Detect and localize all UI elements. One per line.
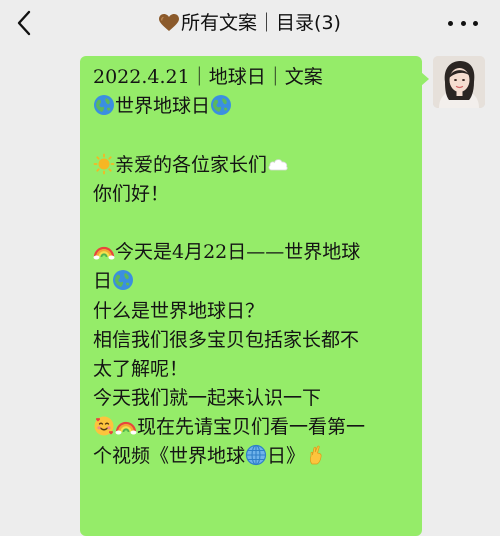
message-p4b-line: 个视频《世界地球 日》 <box>93 442 413 471</box>
smiling-face-with-hearts-icon <box>94 416 114 436</box>
message-greeting-line: 亲爱的各位家长们 <box>93 151 413 180</box>
message-p1: 今天是4月22日——世界地球 <box>115 241 361 264</box>
message-p1b-line: 日 <box>93 267 413 296</box>
message-hello: 你们好！ <box>93 182 170 205</box>
page-title: 所有文案｜目录(3) <box>0 9 500 37</box>
crossed-fingers-icon <box>310 446 322 465</box>
message-greeting: 亲爱的各位家长们 <box>115 153 268 176</box>
sun-icon <box>93 153 115 174</box>
message-p4a-line: 现在先请宝贝们看一看第一 <box>93 413 413 442</box>
top-bar: 所有文案｜目录(3) <box>0 0 500 46</box>
globe-icon <box>211 95 232 116</box>
user-avatar-photo <box>433 56 485 108</box>
globe-icon <box>94 95 114 116</box>
message-p4a: 现在先请宝贝们看一看第一 <box>137 416 366 439</box>
title-text: 所有文案｜目录(3) <box>181 12 341 34</box>
avatar[interactable] <box>433 56 485 108</box>
message-p2b: 太了解呢！ <box>93 357 189 380</box>
globe-with-meridians-icon <box>245 445 267 466</box>
brown-heart-icon <box>159 14 180 31</box>
message-p3: 今天我们就一起来认识一下 <box>93 387 322 410</box>
message-heading-line: 世界地球日 <box>93 92 413 121</box>
message-p4b-post: 日》 <box>267 445 306 468</box>
chat-area: 2022.4.21｜地球日｜文案 世界地球日 亲爱的各位家长们 你们好！ 今天是… <box>0 46 500 536</box>
rainbow-icon <box>115 422 137 435</box>
message-text: 2022.4.21｜地球日｜文案 世界地球日 亲爱的各位家长们 你们好！ 今天是… <box>93 63 413 472</box>
message-meta: 2022.4.21｜地球日｜文案 <box>93 66 323 88</box>
message-p1-line: 今天是4月22日——世界地球 <box>93 238 413 267</box>
message-p1b: 日 <box>93 270 113 293</box>
cloud-icon <box>268 158 288 170</box>
globe-icon <box>113 270 134 291</box>
rainbow-icon <box>93 247 115 260</box>
message-q1: 什么是世界地球日？ <box>93 299 265 322</box>
message-p4b-pre: 个视频《世界地球 <box>93 445 246 468</box>
message-heading: 世界地球日 <box>115 95 211 118</box>
message-bubble[interactable]: 2022.4.21｜地球日｜文案 世界地球日 亲爱的各位家长们 你们好！ 今天是… <box>80 56 429 536</box>
message-p2a: 相信我们很多宝贝包括家长都不 <box>93 328 360 351</box>
more-dots-icon <box>448 20 453 26</box>
more-button[interactable] <box>448 14 478 32</box>
